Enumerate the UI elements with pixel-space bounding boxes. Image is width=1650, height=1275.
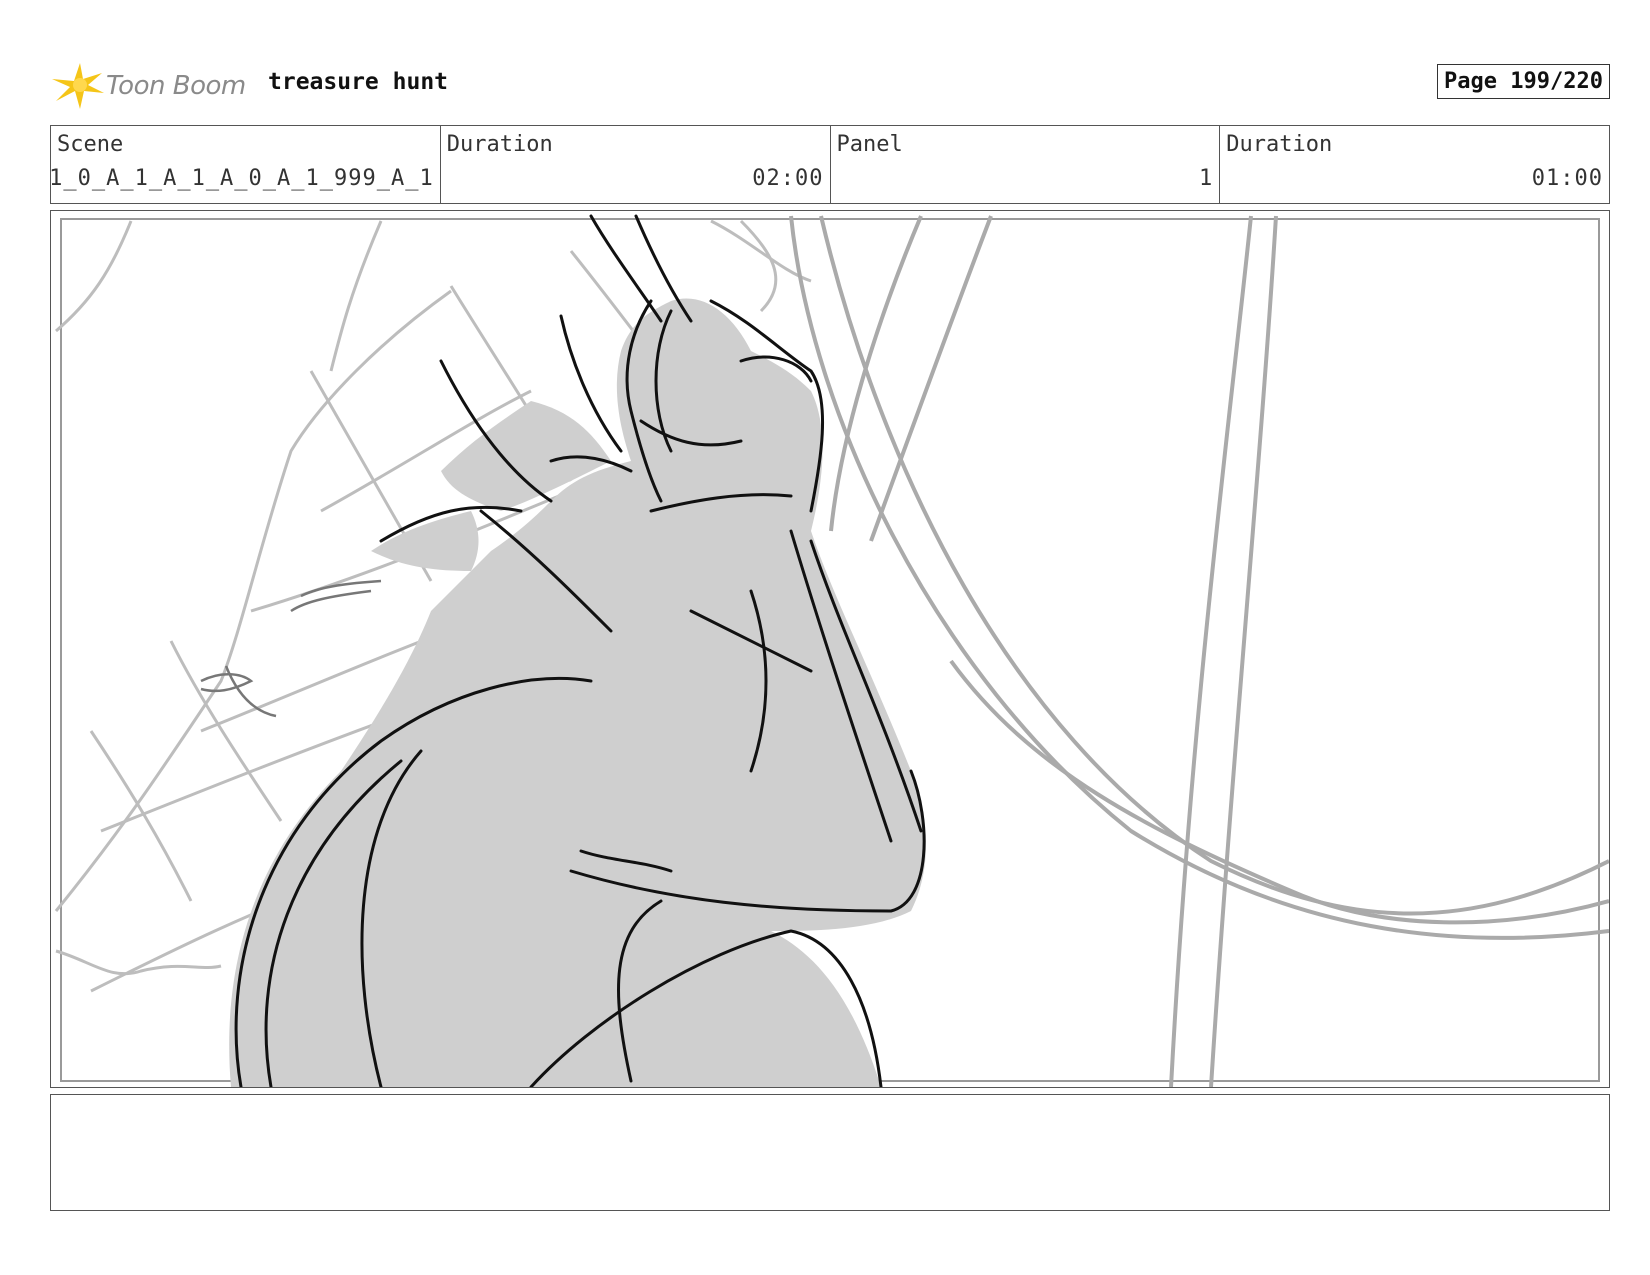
panel-duration-value: 01:00 <box>1531 166 1603 191</box>
scene-info-table: Scene _1_0_A_1_A_1_A_0_A_1_999_A_1 Durat… <box>50 125 1610 204</box>
toon-boom-logo: Toon Boom <box>50 59 250 111</box>
scene-duration-value: 02:00 <box>752 166 824 191</box>
scene-cell: Scene _1_0_A_1_A_1_A_0_A_1_999_A_1 <box>51 126 441 203</box>
panel-value: 1 <box>1199 166 1214 191</box>
panel-sketch <box>54 214 1609 1087</box>
page-header: Toon Boom treasure hunt Page 199/220 <box>50 55 1610 115</box>
panel-notes-box <box>50 1094 1610 1211</box>
scene-duration-cell: Duration 02:00 <box>441 126 831 203</box>
perspective-lines <box>789 215 1609 1087</box>
panel-cell: Panel 1 <box>831 126 1221 203</box>
starburst-icon <box>52 63 104 109</box>
scene-value: _1_0_A_1_A_1_A_0_A_1_999_A_1 <box>51 166 434 191</box>
panel-label: Panel <box>836 132 903 157</box>
page-indicator: Page 199/220 <box>1437 64 1610 99</box>
brand-name: Toon Boom <box>106 71 246 101</box>
storyboard-panel <box>50 210 1610 1088</box>
scene-label: Scene <box>57 132 124 157</box>
scene-duration-label: Duration <box>446 132 553 157</box>
panel-duration-cell: Duration 01:00 <box>1220 126 1609 203</box>
panel-duration-label: Duration <box>1226 132 1333 157</box>
project-title: treasure hunt <box>268 69 449 95</box>
